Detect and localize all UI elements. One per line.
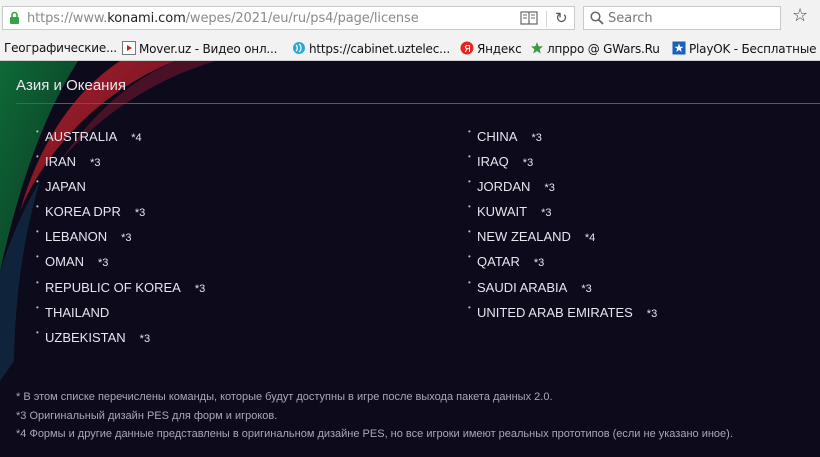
country-name: IRAQ *3 [477,154,534,170]
bullet-icon: • [36,127,39,136]
title-divider [16,103,820,104]
signal-icon [293,42,305,54]
bullet-icon: • [468,227,471,237]
url-text: https://www.konami.com/wepes/2021/eu/ru/… [27,11,419,26]
country-note: *3 [134,207,146,220]
bullet-icon: • [36,152,39,162]
country-name: JORDAN *3 [477,179,555,195]
bookmark-star-icon[interactable]: ☆ [792,5,808,26]
bullet-icon: • [36,302,39,312]
svg-text:Я: Я [464,44,471,55]
bullet-icon: • [468,177,471,187]
country-name: OMAN *3 [45,254,109,270]
footnote: *4 Формы и другие данные представлены в … [16,428,733,440]
bullet-icon: • [36,202,39,212]
license-page: Азия и Океания • AUSTRALIA *4 • IRAN *3 • JAPAN… [0,61,820,457]
browser-toolbar: https://www.konami.com/wepes/2021/eu/ru/… [0,0,820,36]
country-name: AUSTRALIA *4 [45,129,142,144]
video-icon [122,41,136,55]
bullet-icon: • [468,252,471,262]
country-name: JAPAN [45,179,86,195]
footnote: * В этом списке перечислены команды, кот… [16,391,553,403]
country-note: *4 [131,132,142,144]
search-placeholder: Search [608,11,653,26]
bullet-icon: • [468,152,471,162]
country-name: CHINA *3 [477,129,542,144]
bullet-icon: • [36,327,39,337]
country-name: UZBEKISTAN *3 [45,329,151,345]
reload-icon[interactable]: ↻ [555,9,568,27]
country-note: *3 [581,282,592,295]
country-note: *3 [533,257,545,270]
country-name: NEW ZEALAND *4 [477,229,596,245]
country-name: KUWAIT *3 [477,204,552,220]
country-note: *3 [544,182,555,195]
bookmark-item[interactable]: PlayOK - Бесплатные [672,41,816,56]
bullet-icon: • [36,227,39,237]
country-name: LEBANON *3 [45,229,132,245]
country-name: REPUBLIC OF KOREA *3 [45,279,206,295]
country-name: QATAR *3 [477,254,545,270]
region-title: Азия и Океания [16,77,126,94]
country-note: *3 [194,282,206,295]
bullet-icon: • [36,177,39,187]
bullet-icon: • [36,252,39,262]
country-name: UNITED ARAB EMIRATES *3 [477,304,658,320]
country-note: *3 [139,332,151,345]
bullet-icon: • [468,202,471,212]
country-note: *3 [98,257,109,270]
yandex-icon: Я [460,41,474,55]
country-note: *3 [541,207,552,220]
bookmarks-bar: Географические... Mover.uz - Видео онл..… [0,36,820,61]
bullet-icon: • [36,277,39,287]
bookmark-item[interactable]: https://cabinet.uztelec... [292,41,450,56]
country-note: *3 [121,232,132,245]
lock-icon [10,11,19,24]
country-name: KOREA DPR *3 [45,204,146,220]
search-icon [590,11,604,25]
bookmark-item[interactable]: Географические... [4,41,117,55]
footnote: *3 Оригинальный дизайн PES для форм и иг… [16,409,278,422]
bookmark-item[interactable]: лпрро @ GWars.Ru [530,41,660,56]
bullet-icon: • [468,302,471,312]
divider [546,11,547,27]
bullet-icon: • [468,127,471,136]
bookmark-item[interactable]: Mover.uz - Видео онл... [122,41,277,56]
reader-view-icon[interactable] [520,11,538,25]
country-name: SAUDI ARABIA *3 [477,279,592,295]
playok-icon [672,41,686,55]
gwars-icon [531,42,543,54]
bullet-icon: • [468,277,471,287]
country-note: *3 [90,157,101,170]
search-input[interactable]: Search [583,6,781,30]
country-name: THAILAND [45,304,110,320]
country-note: *4 [584,232,596,245]
address-bar[interactable]: https://www.konami.com/wepes/2021/eu/ru/… [2,6,575,30]
country-note: *3 [646,307,658,320]
footnotes: * В этом списке перечислены команды, кот… [16,391,733,447]
country-note: *3 [522,157,534,170]
country-note: *3 [531,132,542,144]
country-name: IRAN *3 [45,154,101,170]
bookmark-item[interactable]: Я Яндекс [460,41,522,56]
